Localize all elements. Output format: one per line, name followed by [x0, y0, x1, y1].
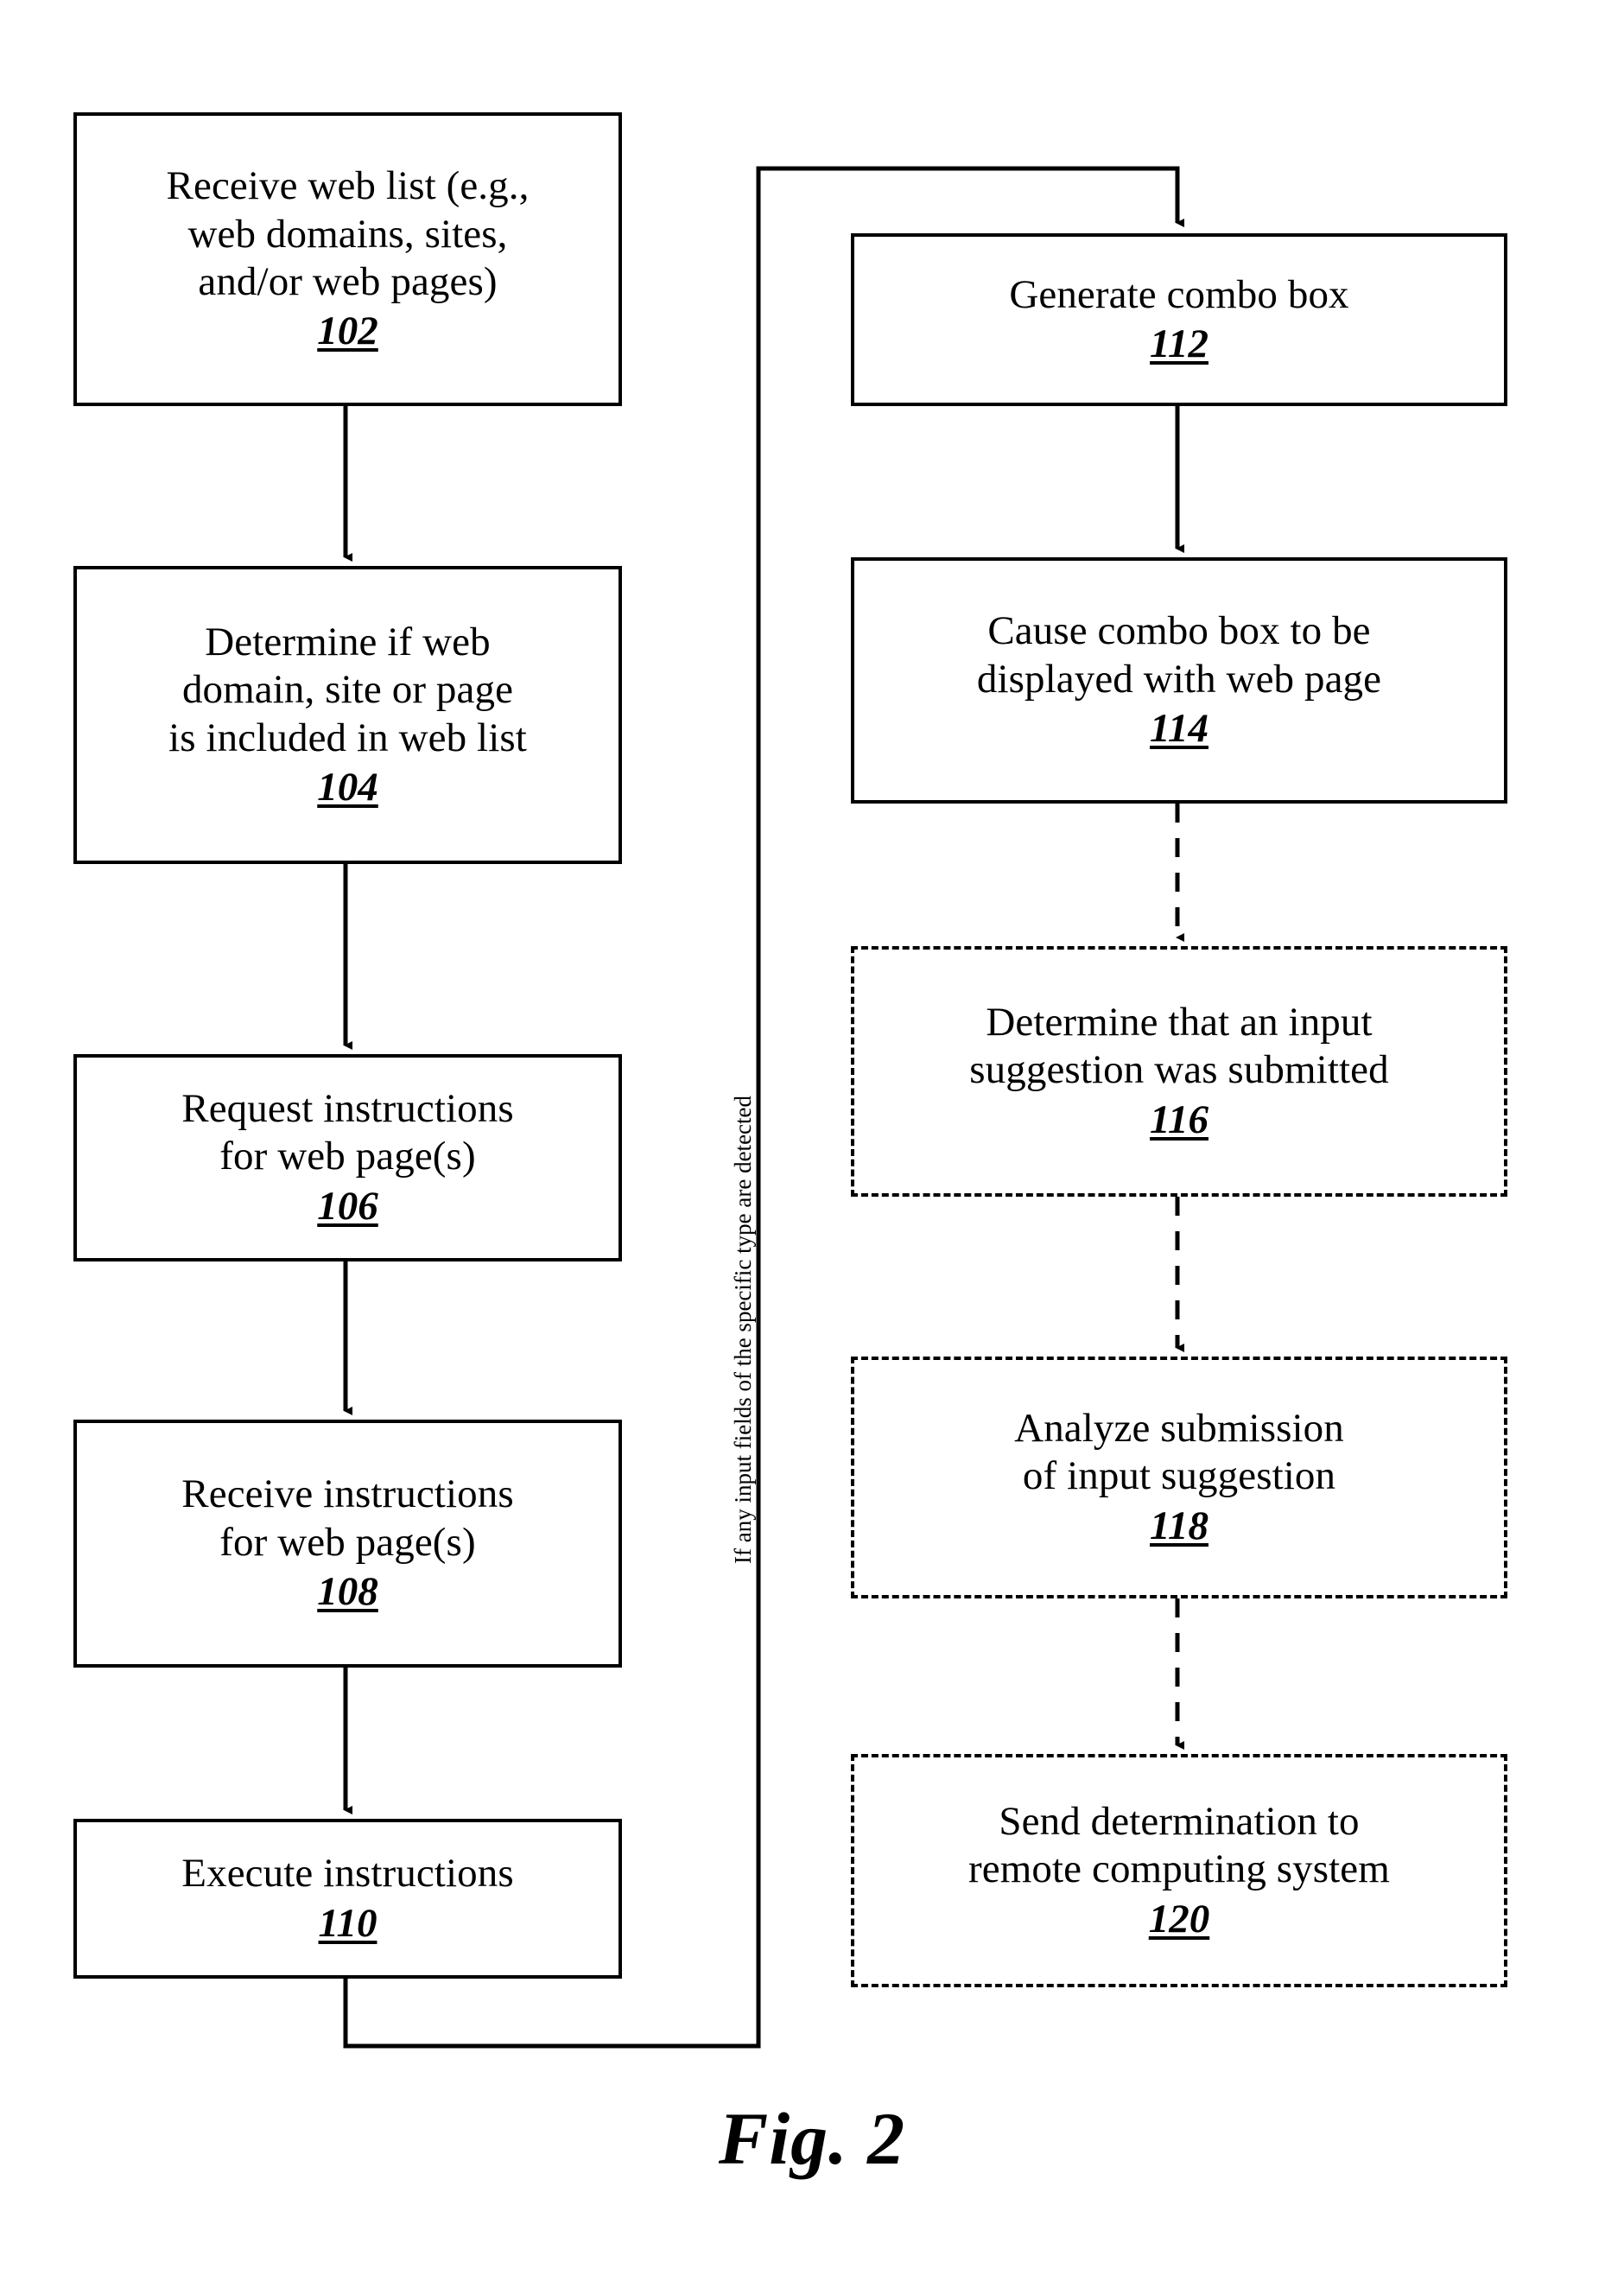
- process-box-106[interactable]: Request instructions for web page(s) 106: [73, 1054, 622, 1261]
- process-box-102-ref: 102: [317, 308, 378, 354]
- process-box-118[interactable]: Analyze submission of input suggestion 1…: [851, 1357, 1507, 1598]
- process-box-120[interactable]: Send determination to remote computing s…: [851, 1754, 1507, 1987]
- process-box-102[interactable]: Receive web list (e.g., web domains, sit…: [73, 112, 622, 406]
- process-box-118-ref: 118: [1150, 1503, 1208, 1548]
- process-box-108-text: Receive instructions for web page(s): [181, 1471, 514, 1565]
- process-box-106-text: Request instructions for web page(s): [181, 1085, 514, 1179]
- process-box-114-ref: 114: [1150, 706, 1208, 752]
- process-box-112[interactable]: Generate combo box 112: [851, 233, 1507, 406]
- loop-condition-label: If any input fields of the specific type…: [730, 1095, 756, 1564]
- process-box-108-ref: 108: [317, 1569, 378, 1615]
- process-box-120-text: Send determination to remote computing s…: [968, 1798, 1390, 1892]
- process-box-116-ref: 116: [1150, 1096, 1208, 1142]
- process-box-112-ref: 112: [1150, 321, 1208, 366]
- process-box-104-text: Determine if web domain, site or page is…: [168, 619, 527, 760]
- process-box-108[interactable]: Receive instructions for web page(s) 108: [73, 1420, 622, 1668]
- process-box-116-text: Determine that an input suggestion was s…: [969, 999, 1389, 1093]
- process-box-120-ref: 120: [1148, 1896, 1210, 1941]
- process-box-118-text: Analyze submission of input suggestion: [1014, 1405, 1344, 1499]
- process-box-110-text: Execute instructions: [181, 1851, 514, 1897]
- process-box-114-text: Cause combo box to be displayed with web…: [976, 608, 1382, 702]
- process-box-114[interactable]: Cause combo box to be displayed with web…: [851, 557, 1507, 804]
- patent-figure-2: Receive web list (e.g., web domains, sit…: [0, 0, 1624, 2275]
- process-box-110[interactable]: Execute instructions 110: [73, 1819, 622, 1979]
- process-box-112-text: Generate combo box: [1009, 271, 1349, 317]
- process-box-110-ref: 110: [318, 1900, 377, 1946]
- process-box-106-ref: 106: [317, 1183, 378, 1229]
- process-box-104[interactable]: Determine if web domain, site or page is…: [73, 566, 622, 864]
- figure-caption: Fig. 2: [718, 2097, 906, 2180]
- process-box-116[interactable]: Determine that an input suggestion was s…: [851, 946, 1507, 1197]
- process-box-104-ref: 104: [317, 764, 378, 810]
- process-box-102-text: Receive web list (e.g., web domains, sit…: [166, 163, 530, 304]
